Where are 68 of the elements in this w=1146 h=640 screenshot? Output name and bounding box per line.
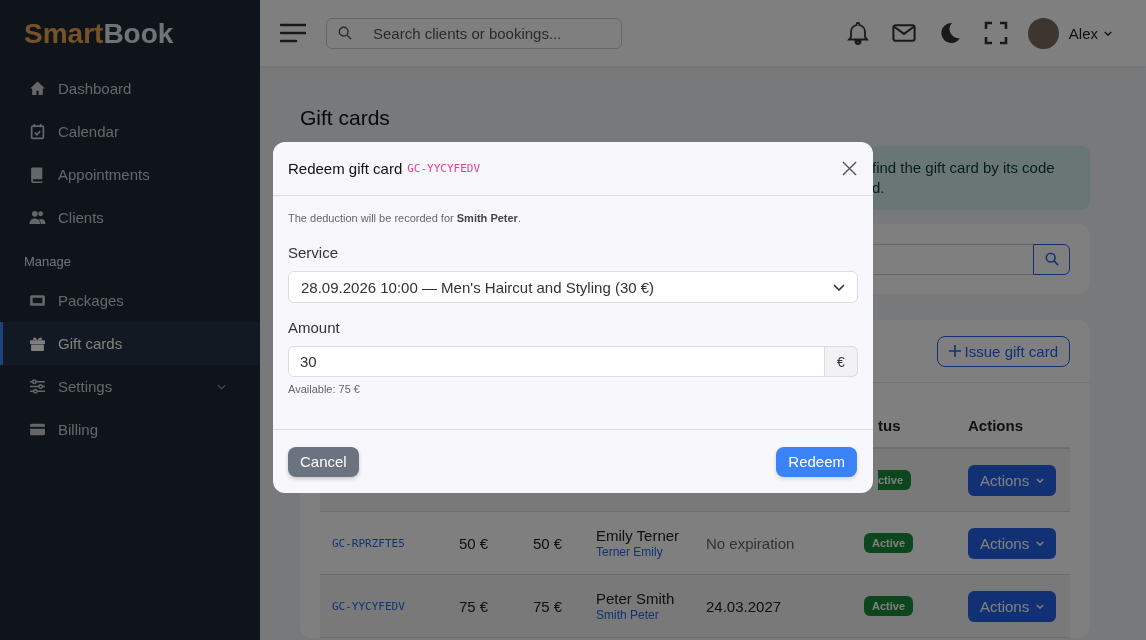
nav-item[interactable]: Appointments: [0, 153, 260, 196]
table-cell: 50 €: [447, 511, 521, 575]
box-icon: [29, 292, 46, 309]
caret-icon: [1036, 477, 1045, 483]
nav-item[interactable]: Dashboard: [0, 67, 260, 110]
dialog-title: Redeem gift card: [288, 160, 403, 177]
actions-button[interactable]: Actions: [968, 590, 1057, 622]
avatar: [1027, 17, 1059, 49]
nav-item[interactable]: Calendar: [0, 110, 260, 153]
gift-icon: [29, 335, 46, 352]
client-link[interactable]: Smith Peter: [596, 607, 682, 623]
nav-item[interactable]: Settings: [0, 365, 260, 408]
field-label: Service: [288, 244, 340, 261]
sliders-icon: [29, 378, 46, 395]
client-link[interactable]: Terner Emily: [596, 544, 682, 560]
available-hint: Available: 75 €: [288, 383, 361, 395]
issue-gift-card-button[interactable]: Issue gift card: [936, 335, 1070, 367]
logo-text: Book: [103, 18, 174, 49]
table-cell: No expiration: [694, 511, 852, 575]
table-cell: GC-RPRZFTE5: [320, 511, 447, 575]
alert-text: d.: [872, 178, 886, 198]
status-badge: Active: [864, 533, 914, 553]
plus-icon: [948, 345, 961, 357]
redeem-button[interactable]: Redeem: [776, 446, 857, 477]
nav-item[interactable]: Gift cards: [0, 322, 260, 365]
user-menu[interactable]: Alex: [1027, 17, 1112, 49]
chevron-icon: [833, 283, 845, 291]
logo-text: Smart: [24, 18, 104, 49]
deduction-note: The deduction will be recorded for Smith Peter.: [288, 212, 522, 224]
client-name: Emily Terner: [596, 526, 681, 545]
users-icon: [29, 209, 46, 226]
search-icon: [338, 25, 352, 40]
cancel-button[interactable]: Cancel: [288, 446, 359, 477]
actions-button[interactable]: Actions: [968, 527, 1057, 559]
service-select[interactable]: 28.09.2026 10:00 — Men's Haircut and Styling (30 €): [288, 271, 858, 303]
alert-text: find the gift card by its code: [872, 158, 1056, 178]
currency-suffix: €: [825, 346, 858, 377]
amount-input[interactable]: 30: [288, 346, 825, 377]
field-label: Amount: [288, 319, 341, 336]
caret-icon: [1036, 540, 1045, 546]
caret-icon: [1036, 603, 1045, 609]
table-cell: GC-YYCYFEDV: [320, 574, 447, 638]
actions-button[interactable]: Actions: [968, 464, 1057, 496]
section-heading: Manage: [23, 253, 72, 271]
gift-card-code: GC-YYCYFEDV: [407, 162, 481, 175]
status-badge: ctive: [878, 470, 912, 490]
fullscreen-icon[interactable]: [983, 21, 1008, 45]
menu-icon[interactable]: [280, 23, 306, 43]
status-badge: Active: [864, 596, 914, 616]
search-icon: [1044, 252, 1059, 266]
nav-item[interactable]: Billing: [0, 408, 260, 451]
mail-icon[interactable]: [891, 21, 916, 45]
calendar-icon: [29, 123, 46, 140]
card-icon: [29, 421, 46, 438]
search-field[interactable]: Search clients or bookings...: [326, 17, 622, 49]
caret-icon: [1104, 30, 1112, 36]
client-name: Peter Smith: [596, 589, 676, 608]
close-icon[interactable]: [842, 161, 857, 176]
bell-icon[interactable]: [845, 21, 870, 45]
table-cell: 50 €: [521, 511, 584, 575]
table-cell: 75 €: [447, 574, 521, 638]
table-cell: 24.03.2027: [694, 574, 852, 638]
nav-item[interactable]: Clients: [0, 196, 260, 239]
table-cell: 75 €: [521, 574, 584, 638]
nav-item[interactable]: Packages: [0, 279, 260, 322]
search-button[interactable]: [1033, 243, 1070, 275]
home-icon: [29, 80, 46, 97]
page-title: Gift cards: [300, 106, 391, 130]
